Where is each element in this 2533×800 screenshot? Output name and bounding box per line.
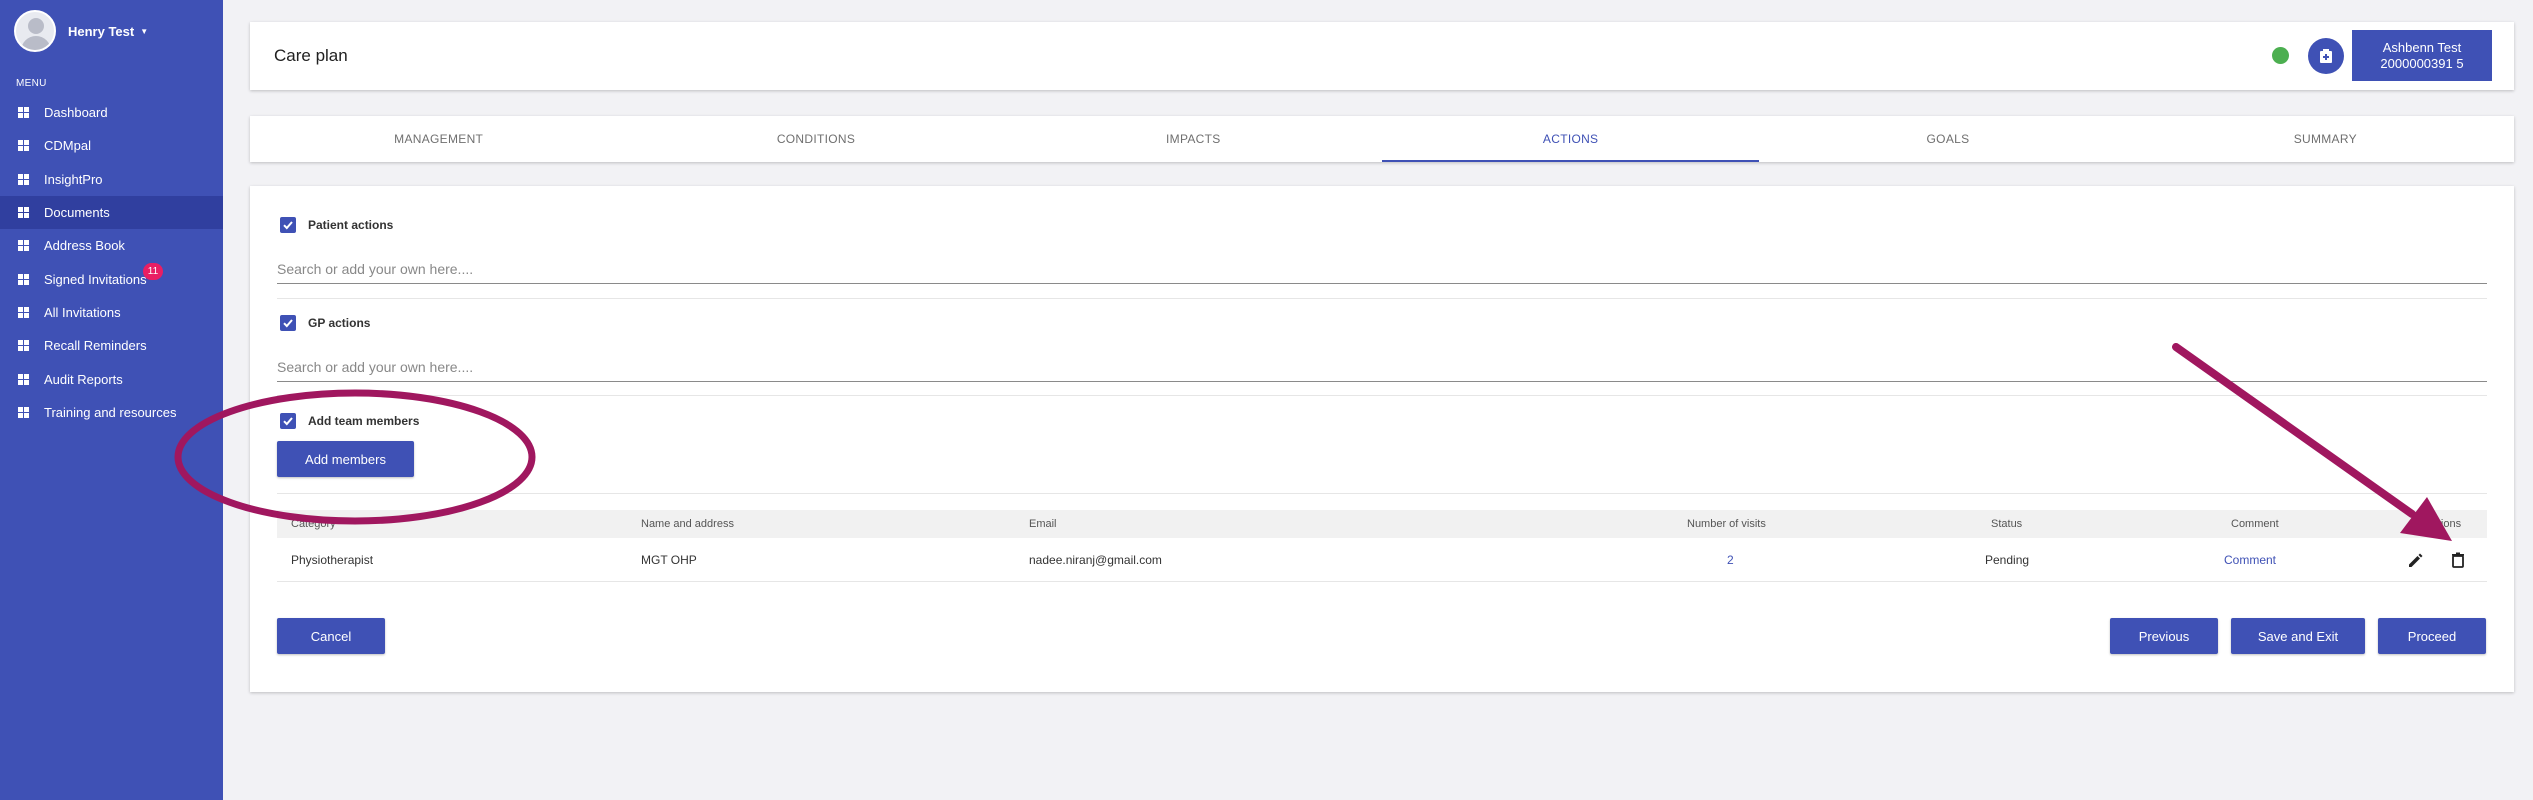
sidebar-item-label: CDMpal [44,138,91,154]
dashboard-grid-icon [18,373,29,385]
sidebar-item-all-invitations[interactable]: All Invitations [0,296,223,329]
page-header: Care plan Ashbenn Test 2000000391 5 [250,22,2514,90]
sidebar-item-label: Dashboard [44,105,108,121]
name-address-cell: MGT OHP [641,552,697,567]
sidebar-item-label: Signed Invitations [44,271,147,287]
hospital-icon [2320,49,2332,63]
care-plan-tabs: MANAGEMENT CONDITIONS IMPACTS ACTIONS GO… [250,116,2514,162]
check-icon [283,319,293,328]
hospital-button[interactable] [2308,38,2344,74]
team-members-label: Add team members [308,414,420,428]
patient-actions-search-input[interactable] [277,256,2487,282]
sidebar: Henry Test ▼ MENU Dashboard CDMpal Insig… [0,0,223,800]
actions-panel: Patient actions GP actions Add team memb… [250,186,2514,692]
notification-badge: 11 [143,263,163,281]
sidebar-item-label: Training and resources [44,404,177,420]
page-title: Care plan [274,46,348,65]
column-header-status: Status [1991,518,2023,530]
sidebar-item-label: Recall Reminders [44,338,147,354]
column-header-name-address: Name and address [641,518,734,530]
delete-button[interactable] [2449,538,2467,581]
patient-id: 2000000391 5 [2380,55,2464,71]
email-cell: nadee.niranj@gmail.com [1029,552,1162,567]
previous-button[interactable]: Previous [2110,618,2218,654]
tab-conditions[interactable]: CONDITIONS [627,116,1004,162]
add-members-button[interactable]: Add members [277,441,414,477]
sidebar-item-label: All Invitations [44,304,121,320]
patient-button[interactable]: Ashbenn Test 2000000391 5 [2352,30,2492,81]
sidebar-item-label: InsightPro [44,171,103,187]
dashboard-grid-icon [18,306,29,318]
save-and-exit-button[interactable]: Save and Exit [2231,618,2365,654]
sidebar-item-training[interactable]: Training and resources [0,396,223,429]
divider [277,395,2487,396]
check-icon [283,417,293,426]
patient-actions-row: Patient actions [280,217,393,233]
tab-impacts[interactable]: IMPACTS [1005,116,1382,162]
column-header-category: Category [291,518,336,530]
team-members-row: Add team members [280,413,419,429]
gp-actions-search-input[interactable] [277,354,2487,380]
patient-actions-checkbox[interactable] [280,217,296,233]
avatar [14,10,56,52]
dashboard-grid-icon [18,406,29,418]
dashboard-grid-icon [18,173,29,185]
gp-actions-label: GP actions [308,316,371,330]
sidebar-item-cdmpal[interactable]: CDMpal [0,129,223,162]
gp-actions-row: GP actions [280,315,370,331]
column-header-actions: Actions [2425,518,2462,530]
patient-name: Ashbenn Test [2382,39,2462,55]
team-table-header: Category Name and address Email Number o… [277,510,2487,538]
online-status-indicator [2272,47,2289,64]
divider [277,298,2487,299]
column-header-visits: Number of visits [1687,518,1766,530]
sidebar-item-label: Documents [44,205,110,221]
category-cell: Physiotherapist [291,552,374,567]
user-name: Henry Test [68,23,135,39]
sidebar-item-documents[interactable]: Documents [0,195,223,230]
column-header-email: Email [1029,518,1057,530]
sidebar-item-dashboard[interactable]: Dashboard [0,96,223,129]
edit-button[interactable] [2407,538,2425,581]
team-members-checkbox[interactable] [280,413,296,429]
sidebar-item-address-book[interactable]: Address Book [0,229,223,262]
user-profile[interactable]: Henry Test ▼ [0,0,223,62]
dashboard-grid-icon [18,207,29,219]
sidebar-item-insightpro[interactable]: InsightPro [0,163,223,196]
dashboard-grid-icon [18,107,29,119]
column-header-comment: Comment [2231,518,2279,530]
status-cell: Pending [1985,552,2030,567]
sidebar-item-audit-reports[interactable]: Audit Reports [0,362,223,395]
tab-management[interactable]: MANAGEMENT [250,116,627,162]
tab-goals[interactable]: GOALS [1759,116,2136,162]
dashboard-grid-icon [18,240,29,252]
proceed-button[interactable]: Proceed [2378,618,2486,654]
dashboard-grid-icon [18,273,29,285]
sidebar-item-recall-reminders[interactable]: Recall Reminders [0,329,223,362]
sidebar-item-label: Audit Reports [44,371,123,387]
caret-down-icon: ▼ [140,26,149,36]
divider [277,493,2487,494]
user-menu[interactable]: Henry Test ▼ [68,24,148,39]
tab-summary[interactable]: SUMMARY [2137,116,2514,162]
comment-link[interactable]: Comment [2224,538,2276,581]
patient-actions-search [277,256,2487,284]
patient-actions-label: Patient actions [308,218,394,232]
gp-actions-search [277,354,2487,382]
table-row: Physiotherapist MGT OHP nadee.niranj@gma… [277,538,2487,582]
pencil-icon [2409,553,2423,567]
menu-title: MENU [16,78,47,89]
sidebar-item-label: Address Book [44,238,125,254]
gp-actions-checkbox[interactable] [280,315,296,331]
sidebar-item-signed-invitations[interactable]: Signed Invitations 11 [0,262,223,295]
dashboard-grid-icon [18,140,29,152]
tab-actions[interactable]: ACTIONS [1381,116,1760,162]
dashboard-grid-icon [18,340,29,352]
visits-link[interactable]: 2 [1727,538,1734,581]
cancel-button[interactable]: Cancel [277,618,385,654]
trash-icon [2452,552,2464,568]
check-icon [283,221,293,230]
